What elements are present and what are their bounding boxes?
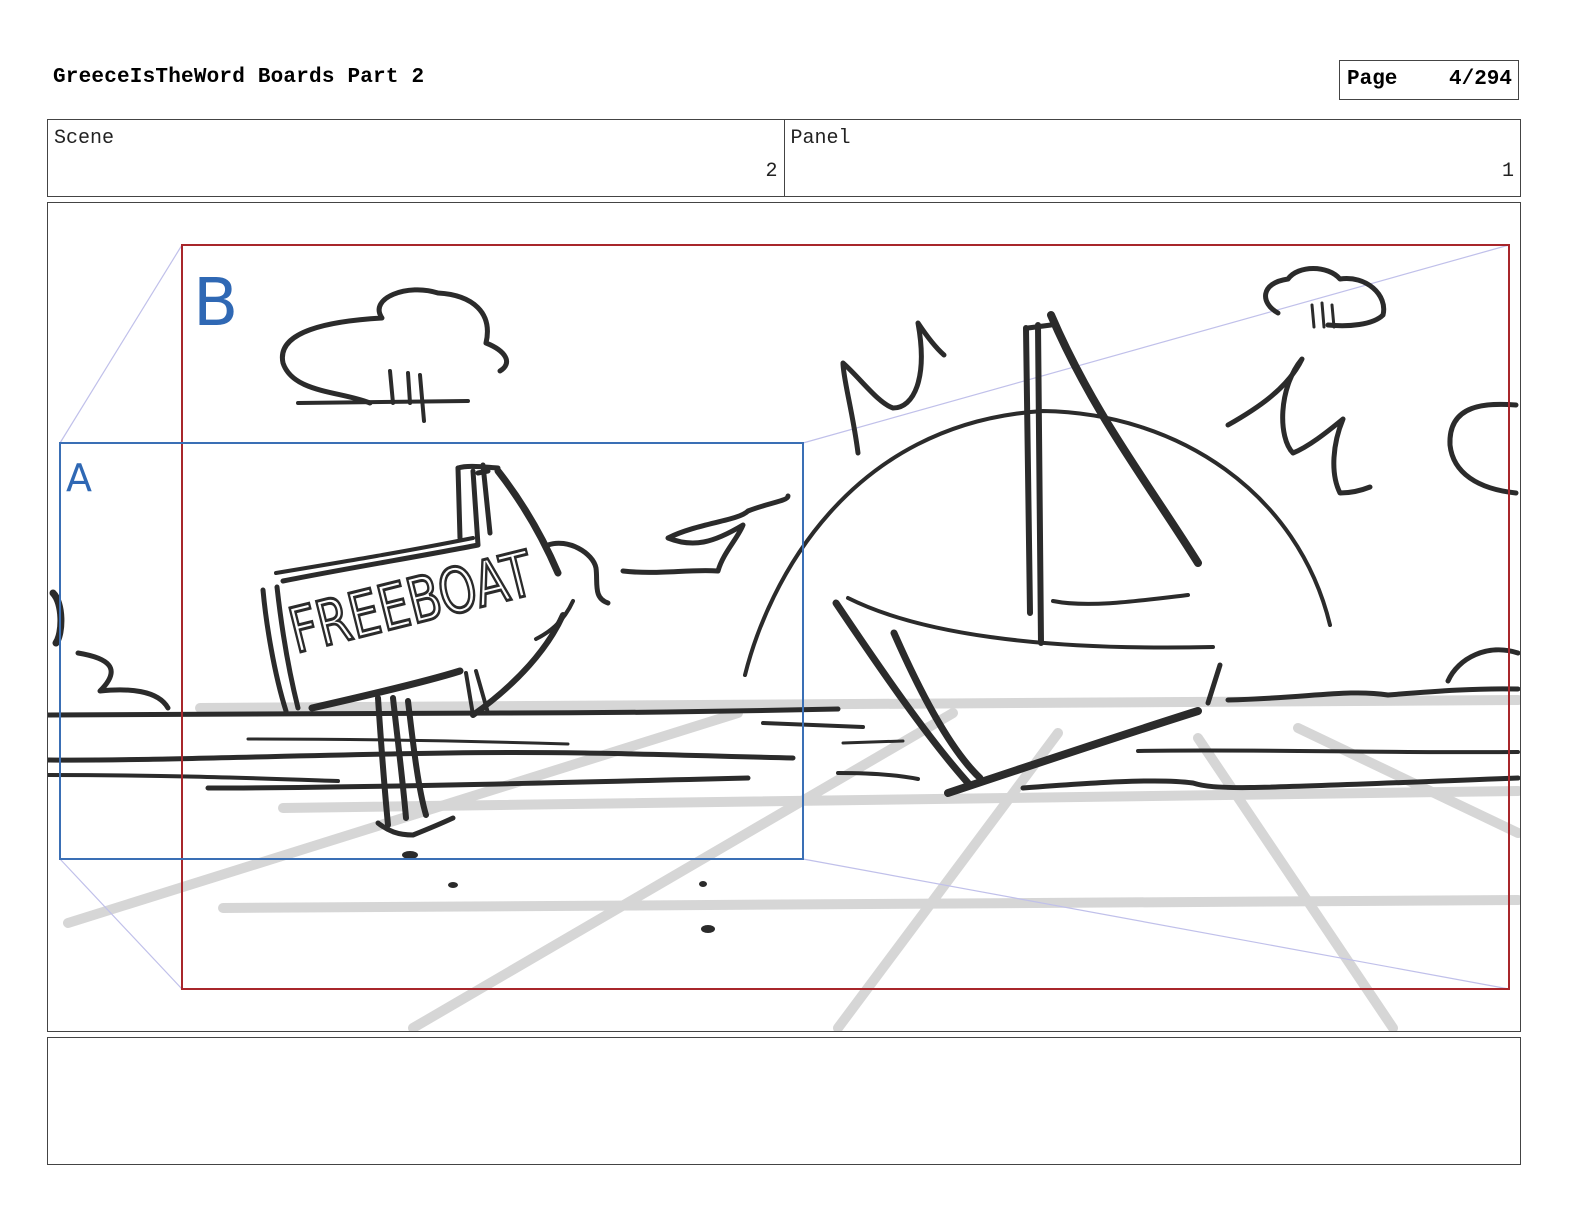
panel-label: Panel [790,127,851,150]
page-number: 4/294 [1448,68,1512,91]
frame-b-label: B [193,264,238,341]
page-label: Page [1347,68,1398,91]
frame-a-label: A [66,456,92,500]
frame-a-outline [59,442,804,860]
page-indicator: Page 4/294 [1339,60,1519,100]
scene-label: Scene [54,127,115,150]
panel-cell: Panel 1 [783,120,1521,196]
document-title: GreeceIsTheWord Boards Part 2 [53,66,425,89]
scene-panel-info: Scene 2 Panel 1 [47,119,1521,197]
panel-number: 1 [1501,160,1514,183]
storyboard-panel: FREEBOAT B A [47,202,1521,1032]
ink-drawing [48,266,1520,933]
panel-notes[interactable] [47,1037,1521,1165]
scene-cell: Scene 2 [48,120,784,196]
storyboard-sketch: FREEBOAT B A [48,244,1520,1031]
scene-number: 2 [765,160,778,183]
